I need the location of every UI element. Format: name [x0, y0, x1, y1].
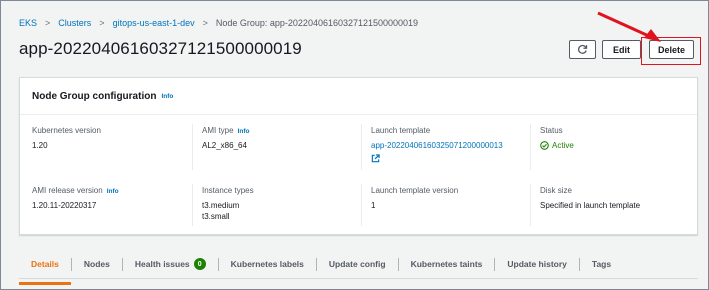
tab-label: Update history [507, 259, 567, 269]
field-label: Kubernetes version [32, 126, 101, 135]
tab-label: Tags [591, 259, 612, 269]
divider [192, 124, 193, 170]
check-circle-icon [540, 141, 549, 150]
divider [530, 184, 531, 226]
breadcrumb-cluster[interactable]: gitops-us-east-1-dev [113, 18, 195, 28]
breadcrumb-separator: > [45, 18, 51, 28]
card-title: Node Group configuration [32, 90, 157, 102]
divider [530, 124, 531, 170]
field-disk-size: Disk size Specified in launch template [540, 186, 640, 210]
field-value: t3.small [202, 212, 230, 221]
field-kubernetes-version: Kubernetes version 1.20 [32, 126, 101, 150]
field-label-text: AMI release version [32, 186, 103, 195]
tab-label: Nodes [83, 259, 110, 269]
tab-bar: Details Nodes Health issues 0 Kubernetes… [19, 251, 698, 285]
field-label: Disk size [540, 186, 573, 195]
field-value: t3.medium [202, 201, 240, 210]
tab-label: Update config [328, 259, 386, 269]
field-label-text: AMI type [202, 126, 234, 135]
tab-update-history[interactable]: Update history [494, 257, 579, 271]
tabs-divider [19, 278, 698, 279]
field-label: Status [540, 126, 563, 135]
field-ami-release-version: AMI release version Info 1.20.11-20220317 [32, 186, 119, 210]
refresh-button[interactable] [569, 40, 596, 59]
field-value: 1.20 [32, 141, 48, 150]
breadcrumb: EKS > Clusters > gitops-us-east-1-dev > … [19, 15, 418, 31]
breadcrumb-eks[interactable]: EKS [19, 18, 37, 28]
field-status: Status Active [540, 126, 574, 150]
tab-update-config[interactable]: Update config [315, 257, 398, 271]
field-value: 1.20.11-20220317 [32, 201, 97, 210]
tab-nodes[interactable]: Nodes [70, 257, 122, 271]
edit-button[interactable]: Edit [602, 40, 641, 59]
field-launch-template-version: Launch template version 1 [371, 186, 458, 210]
tab-kubernetes-labels[interactable]: Kubernetes labels [217, 257, 316, 271]
status-text: Active [552, 141, 574, 150]
refresh-icon [577, 44, 588, 54]
field-label: AMI release version Info [32, 186, 119, 195]
tab-label: Kubernetes labels [230, 259, 304, 269]
info-link[interactable]: Info [107, 188, 119, 195]
tab-health-issues[interactable]: Health issues 0 [121, 257, 218, 271]
divider [361, 184, 362, 226]
status-value: Active [540, 141, 574, 150]
field-value: 1 [371, 201, 376, 210]
breadcrumb-clusters[interactable]: Clusters [58, 18, 91, 28]
external-link-icon[interactable] [371, 154, 380, 163]
node-group-config-card: Node Group configuration Info Kubernetes… [19, 77, 698, 235]
page-title: app-20220406160327121500000019 [19, 39, 302, 58]
breadcrumb-current: Node Group: app-202204061603271215000000… [215, 18, 419, 28]
breadcrumb-separator: > [99, 18, 105, 28]
info-link[interactable]: Info [238, 128, 250, 135]
tab-details[interactable]: Details [19, 251, 71, 285]
window-frame: EKS > Clusters > gitops-us-east-1-dev > … [0, 0, 709, 290]
field-value: Specified in launch template [540, 201, 641, 210]
delete-highlight-box [641, 37, 701, 65]
field-ami-type: AMI type Info AL2_x86_64 [202, 126, 250, 150]
tab-label: Kubernetes taints [410, 259, 483, 269]
active-tab-indicator [19, 282, 71, 285]
field-label: Launch template [371, 126, 431, 135]
launch-template-link[interactable]: app-20220406160325071200000013 [371, 141, 503, 150]
field-value: AL2_x86_64 [202, 141, 247, 150]
tab-kubernetes-taints[interactable]: Kubernetes taints [397, 257, 495, 271]
divider [361, 124, 362, 170]
field-instance-types: Instance types t3.medium t3.small [202, 186, 254, 221]
field-launch-template: Launch template app-20220406160325071200… [371, 126, 503, 163]
health-issues-count-badge: 0 [193, 258, 206, 270]
field-label: Launch template version [371, 186, 459, 195]
field-label: AMI type Info [202, 126, 250, 135]
tab-label: Health issues [134, 259, 190, 269]
tab-tags[interactable]: Tags [578, 257, 623, 271]
card-header: Node Group configuration Info [20, 78, 697, 115]
tab-label: Details [31, 259, 59, 269]
breadcrumb-separator: > [202, 18, 208, 28]
divider [192, 184, 193, 226]
info-link[interactable]: Info [161, 93, 173, 100]
field-label: Instance types [202, 186, 254, 195]
